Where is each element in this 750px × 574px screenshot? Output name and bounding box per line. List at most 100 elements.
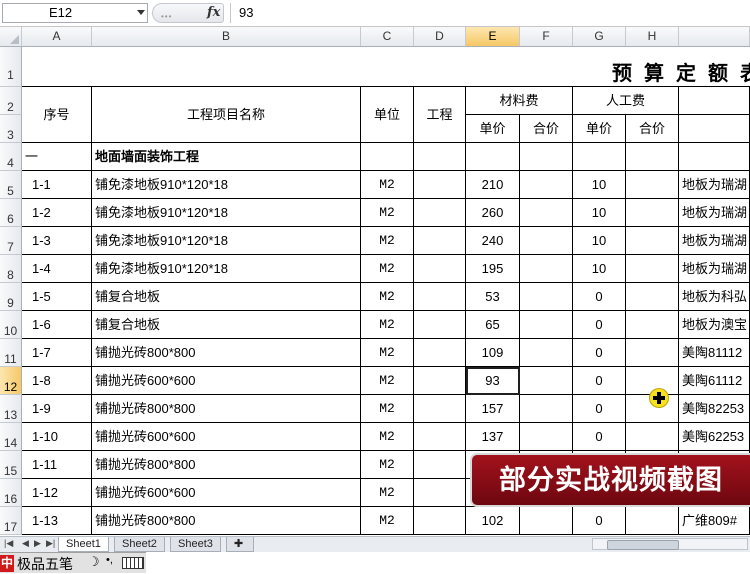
item-material-price[interactable]: 240 [466, 227, 520, 255]
header-mat-unit-price[interactable]: 单价 [466, 115, 520, 143]
header-material[interactable]: 材料费 [466, 87, 573, 115]
header-labor[interactable]: 人工费 [573, 87, 679, 115]
item-seq[interactable]: 1-12 [22, 479, 92, 507]
item-material-total[interactable] [520, 507, 573, 535]
punctuation-icon[interactable]: •, [106, 554, 113, 566]
header-lab-total-price[interactable]: 合价 [626, 115, 679, 143]
name-box[interactable]: E12 [2, 3, 148, 23]
item-name[interactable]: 铺复合地板 [92, 311, 361, 339]
row-header-16[interactable]: 16 [0, 479, 22, 507]
item-material-price[interactable]: 137 [466, 423, 520, 451]
item-name[interactable]: 铺抛光砖600*600 [92, 367, 361, 395]
item-unit[interactable]: M2 [361, 227, 414, 255]
item-name[interactable]: 铺抛光砖600*600 [92, 479, 361, 507]
row-header-5[interactable]: 5 [0, 171, 22, 199]
item-note[interactable]: 地板为瑞湖 [679, 227, 750, 255]
empty-cell[interactable] [414, 143, 466, 171]
section-seq[interactable]: 一 [22, 143, 92, 171]
header-mat-total-price[interactable]: 合价 [520, 115, 573, 143]
item-material-price[interactable]: 260 [466, 199, 520, 227]
item-qty[interactable] [414, 283, 466, 311]
column-header-e[interactable]: E [466, 27, 520, 46]
item-seq[interactable]: 1-4 [22, 255, 92, 283]
section-name[interactable]: 地面墙面装饰工程 [92, 143, 361, 171]
row-header-8[interactable]: 8 [0, 255, 22, 283]
scroll-thumb[interactable] [607, 540, 679, 550]
column-header-d[interactable]: D [414, 27, 466, 46]
item-labor-price[interactable]: 0 [573, 367, 626, 395]
row-header-14[interactable]: 14 [0, 423, 22, 451]
empty-cell[interactable] [679, 143, 750, 171]
item-unit[interactable]: M2 [361, 395, 414, 423]
formula-input[interactable]: 93 [230, 3, 748, 23]
item-unit[interactable]: M2 [361, 283, 414, 311]
item-qty[interactable] [414, 507, 466, 535]
item-material-total[interactable] [520, 395, 573, 423]
item-unit[interactable]: M2 [361, 479, 414, 507]
item-seq[interactable]: 1-5 [22, 283, 92, 311]
item-qty[interactable] [414, 199, 466, 227]
item-name[interactable]: 铺抛光砖800*800 [92, 339, 361, 367]
item-name[interactable]: 铺复合地板 [92, 283, 361, 311]
item-unit[interactable]: M2 [361, 199, 414, 227]
item-note[interactable]: 美陶82253 [679, 395, 750, 423]
item-material-price[interactable]: 195 [466, 255, 520, 283]
empty-cell[interactable] [466, 143, 520, 171]
row-header-9[interactable]: 9 [0, 283, 22, 311]
next-sheet-icon[interactable]: ▶ [34, 538, 41, 549]
item-qty[interactable] [414, 367, 466, 395]
item-note[interactable]: 地板为澳宝 [679, 311, 750, 339]
row-header-3[interactable]: 3 [0, 115, 22, 143]
item-unit[interactable]: M2 [361, 367, 414, 395]
column-header-f[interactable]: F [520, 27, 573, 46]
row-header-4[interactable]: 4 [0, 143, 22, 171]
empty-cell[interactable] [573, 143, 626, 171]
column-header-i[interactable] [679, 27, 750, 46]
item-material-price[interactable]: 210 [466, 171, 520, 199]
item-material-total[interactable] [520, 423, 573, 451]
item-labor-price[interactable]: 10 [573, 255, 626, 283]
insert-function-icon[interactable]: fx [207, 5, 220, 20]
item-name[interactable]: 铺抛光砖800*800 [92, 507, 361, 535]
horizontal-scrollbar[interactable] [592, 538, 748, 550]
item-material-total[interactable] [520, 199, 573, 227]
item-unit[interactable]: M2 [361, 507, 414, 535]
row-header-11[interactable]: 11 [0, 339, 22, 367]
table-title[interactable]: 预算定额表 [22, 47, 750, 87]
item-name[interactable]: 铺抛光砖600*600 [92, 423, 361, 451]
item-unit[interactable]: M2 [361, 311, 414, 339]
item-labor-price[interactable]: 0 [573, 311, 626, 339]
column-header-a[interactable]: A [22, 27, 92, 46]
item-material-total[interactable] [520, 311, 573, 339]
moon-icon[interactable]: ☽ [88, 554, 100, 570]
header-lab-unit-price[interactable]: 单价 [573, 115, 626, 143]
item-labor-price[interactable]: 10 [573, 199, 626, 227]
row-header-7[interactable]: 7 [0, 227, 22, 255]
row-header-12[interactable]: 12 [0, 367, 22, 395]
item-labor-total[interactable] [626, 311, 679, 339]
item-note[interactable]: 美陶61112 [679, 367, 750, 395]
item-material-price[interactable]: 109 [466, 339, 520, 367]
column-header-c[interactable]: C [361, 27, 414, 46]
item-qty[interactable] [414, 423, 466, 451]
item-name[interactable]: 铺免漆地板910*120*18 [92, 199, 361, 227]
item-labor-total[interactable] [626, 507, 679, 535]
row-header-1[interactable]: 1 [0, 47, 22, 87]
item-labor-total[interactable] [626, 255, 679, 283]
header-name[interactable]: 工程项目名称 [92, 87, 361, 143]
item-seq[interactable]: 1-7 [22, 339, 92, 367]
row-header-15[interactable]: 15 [0, 451, 22, 479]
item-qty[interactable] [414, 311, 466, 339]
header-note[interactable] [679, 115, 750, 143]
item-unit[interactable]: M2 [361, 339, 414, 367]
item-labor-price[interactable]: 10 [573, 171, 626, 199]
last-sheet-icon[interactable]: ▶| [46, 538, 55, 549]
item-unit[interactable]: M2 [361, 255, 414, 283]
item-labor-total[interactable] [626, 171, 679, 199]
item-labor-total[interactable] [626, 199, 679, 227]
item-note[interactable]: 地板为瑞湖 [679, 255, 750, 283]
item-note[interactable]: 美陶62253 [679, 423, 750, 451]
item-seq[interactable]: 1-8 [22, 367, 92, 395]
item-unit[interactable]: M2 [361, 171, 414, 199]
item-qty[interactable] [414, 479, 466, 507]
